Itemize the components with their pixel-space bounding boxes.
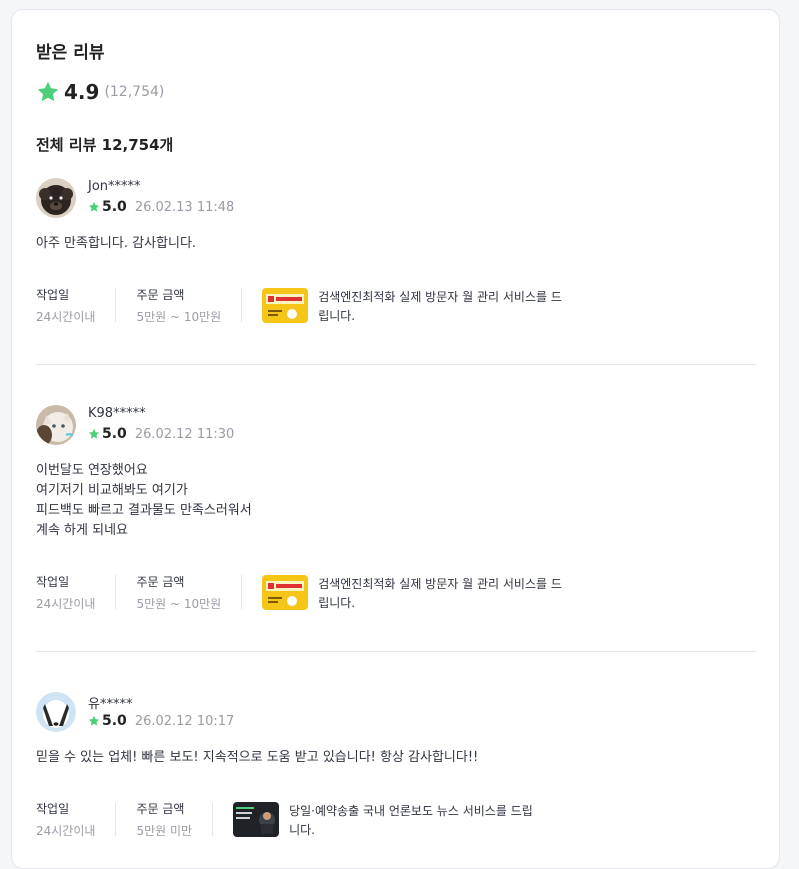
star-icon bbox=[37, 81, 59, 102]
avatar[interactable] bbox=[36, 178, 76, 218]
overall-count: (12,754) bbox=[104, 84, 165, 100]
gig-link[interactable]: 검색엔진최적화 실제 방문자 월 관리 서비스를 드립니다. bbox=[262, 288, 568, 326]
info-divider bbox=[115, 575, 117, 609]
star-icon bbox=[88, 715, 100, 726]
gig-thumbnail[interactable] bbox=[262, 575, 309, 610]
avatar[interactable] bbox=[36, 405, 76, 445]
review-line: 아주 만족합니다. 감사합니다. bbox=[36, 236, 197, 251]
reviews-card: 받은 리뷰 4.9 (12,754) 전체 리뷰 12,754개 Jon****… bbox=[11, 9, 780, 869]
review-info: 작업일 24시간이내 주문 금액 5만원 미만 당일·예약송출 국내 언론보도 … bbox=[36, 802, 539, 840]
info-divider bbox=[241, 575, 243, 609]
info-divider bbox=[241, 288, 243, 322]
review-line: 피드백도 빠르고 결과물도 만족스러워서 bbox=[36, 503, 252, 518]
star-icon bbox=[88, 428, 100, 439]
reviewer-name: K98***** bbox=[88, 406, 146, 421]
review-info: 작업일 24시간이내 주문 금액 5만원 ~ 10만원 검색엔진최적화 실제 방… bbox=[36, 288, 568, 326]
order-price-value: 5만원 ~ 10만원 bbox=[136, 310, 222, 324]
overall-rating: 4.9 (12,754) bbox=[36, 80, 164, 104]
gig-link[interactable]: 당일·예약송출 국내 언론보도 뉴스 서비스를 드립니다. bbox=[233, 802, 539, 840]
reviewer-name: Jon***** bbox=[88, 179, 141, 194]
review-info: 작업일 24시간이내 주문 금액 5만원 ~ 10만원 검색엔진최적화 실제 방… bbox=[36, 575, 568, 613]
work-period-value: 24시간이내 bbox=[36, 824, 96, 838]
review-score: 5.0 bbox=[102, 713, 127, 729]
info-divider bbox=[115, 802, 117, 836]
work-period-value: 24시간이내 bbox=[36, 597, 96, 611]
review-content: 아주 만족합니다. 감사합니다. bbox=[36, 234, 196, 254]
info-divider bbox=[212, 802, 214, 836]
review-date: 26.02.12 11:30 bbox=[134, 426, 235, 442]
order-price-label: 주문 금액 bbox=[136, 802, 185, 816]
order-price-value: 5만원 ~ 10만원 bbox=[136, 597, 222, 611]
total-reviews-label: 전체 리뷰 12,754개 bbox=[36, 136, 174, 154]
review-content: 믿을 수 있는 업체! 빠른 보도! 지속적으로 도움 받고 있습니다! 항상 … bbox=[36, 748, 478, 768]
review-line: 믿을 수 있는 업체! 빠른 보도! 지속적으로 도움 받고 있습니다! 항상 … bbox=[36, 750, 479, 765]
gig-title[interactable]: 검색엔진최적화 실제 방문자 월 관리 서비스를 드립니다. bbox=[318, 288, 568, 326]
page-title: 받은 리뷰 bbox=[36, 43, 105, 63]
review-date: 26.02.13 11:48 bbox=[134, 199, 235, 215]
review-divider bbox=[36, 651, 756, 652]
review-score: 5.0 bbox=[102, 199, 127, 215]
review-line: 계속 하게 되네요 bbox=[36, 523, 128, 538]
review-meta: 5.0 26.02.12 10:17 bbox=[88, 713, 234, 729]
gig-thumbnail[interactable] bbox=[233, 802, 280, 837]
gig-title[interactable]: 검색엔진최적화 실제 방문자 월 관리 서비스를 드립니다. bbox=[318, 575, 568, 613]
gig-title[interactable]: 당일·예약송출 국내 언론보도 뉴스 서비스를 드립니다. bbox=[289, 802, 539, 840]
work-period-label: 작업일 bbox=[36, 802, 70, 816]
gig-link[interactable]: 검색엔진최적화 실제 방문자 월 관리 서비스를 드립니다. bbox=[262, 575, 568, 613]
star-icon bbox=[88, 201, 100, 212]
review-line: 여기저기 비교해봐도 여기가 bbox=[36, 483, 188, 498]
work-period-value: 24시간이내 bbox=[36, 310, 96, 324]
work-period-label: 작업일 bbox=[36, 288, 70, 302]
gig-thumbnail[interactable] bbox=[262, 288, 309, 323]
order-price-label: 주문 금액 bbox=[136, 288, 185, 302]
review-meta: 5.0 26.02.13 11:48 bbox=[88, 199, 234, 215]
order-price-value: 5만원 미만 bbox=[136, 824, 193, 838]
info-divider bbox=[115, 288, 117, 322]
review-content: 이번달도 연장했어요 여기저기 비교해봐도 여기가 피드백도 빠르고 결과물도 … bbox=[36, 461, 252, 541]
review-divider bbox=[36, 364, 756, 365]
work-period-label: 작업일 bbox=[36, 575, 70, 589]
avatar[interactable] bbox=[36, 692, 76, 732]
review-score: 5.0 bbox=[102, 426, 127, 442]
order-price-label: 주문 금액 bbox=[136, 575, 185, 589]
reviewer-name: 유***** bbox=[88, 697, 133, 712]
review-meta: 5.0 26.02.12 11:30 bbox=[88, 426, 234, 442]
review-date: 26.02.12 10:17 bbox=[134, 713, 235, 729]
overall-score: 4.9 bbox=[64, 80, 100, 104]
review-line: 이번달도 연장했어요 bbox=[36, 463, 148, 478]
